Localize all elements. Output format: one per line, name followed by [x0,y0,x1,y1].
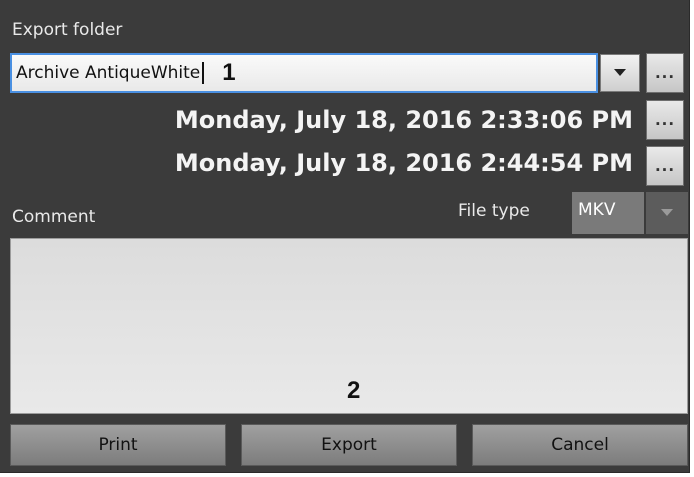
start-time-text: Monday, July 18, 2016 2:33:06 PM [174,106,633,134]
end-time-picker-button[interactable]: ... [646,146,684,186]
start-time-picker-button[interactable]: ... [646,100,684,140]
cancel-button[interactable]: Cancel [472,424,688,466]
triangle-down-icon [661,209,673,216]
file-type-select[interactable]: MKV [572,192,644,234]
annotation-marker-2: 2 [347,377,361,404]
export-dialog: Export folder Archive AntiqueWhite 1 ...… [0,0,690,473]
print-button[interactable]: Print [10,424,226,466]
end-time-text: Monday, July 18, 2016 2:44:54 PM [174,149,633,177]
triangle-down-icon [614,69,626,76]
comment-textarea[interactable]: 2 [10,238,688,414]
export-folder-dropdown-button[interactable] [600,54,640,92]
annotation-marker-1: 1 [222,59,236,86]
file-type-dropdown-button[interactable] [646,192,688,234]
export-folder-combobox[interactable]: Archive AntiqueWhite 1 [10,53,598,93]
export-folder-value[interactable]: Archive AntiqueWhite [12,62,205,84]
export-button[interactable]: Export [241,424,457,466]
export-folder-label: Export folder [12,20,123,40]
file-type-label: File type [458,201,530,221]
text-caret [202,62,205,84]
comment-label: Comment [12,207,96,227]
export-folder-browse-button[interactable]: ... [646,53,684,93]
